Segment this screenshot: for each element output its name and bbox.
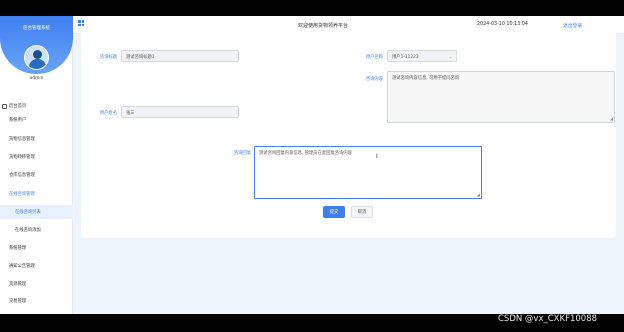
menu-grid-icon[interactable] <box>78 20 84 26</box>
resize-handle-icon[interactable]: ◢ <box>477 192 480 197</box>
sidebar-item-label: 在线咨询添加 <box>15 228 41 233</box>
sidebar-item-label: 通知公告管理 <box>9 264 35 269</box>
consult-content-value: 测试咨询内容信息, 可用于提问咨询 <box>392 76 460 81</box>
reply-label: 咨询回复 <box>233 151 251 156</box>
consult-title-label: 咨询标题 <box>99 55 117 60</box>
sidebar-item-label: 后台首页 <box>9 104 27 109</box>
sidebar-item-transfer[interactable]: 货物转移管理 <box>0 150 73 164</box>
brand-title: 后台管理系统 <box>23 26 50 31</box>
sidebar-item-resource[interactable]: 资源管理 <box>0 277 73 291</box>
user-account-label: 用户名称 <box>365 55 383 60</box>
consult-title-field[interactable]: 测试咨询标题1 <box>121 50 239 62</box>
clock: 2024-03-10 10:13:04 <box>477 22 528 27</box>
screen: 后台管理系统 admin 后台首页 系统用户 货物信息管理 货物转移管理 仓库信… <box>0 0 624 332</box>
sidebar-item-users[interactable]: 系统用户 <box>0 113 73 127</box>
avatar[interactable] <box>24 45 49 70</box>
sidebar-item-notice[interactable]: 通知公告管理 <box>0 259 73 273</box>
text-cursor-icon: I <box>376 153 378 160</box>
sidebar-item-system[interactable]: 系统管理 <box>0 241 73 255</box>
consult-content-label: 咨询内容 <box>365 77 383 82</box>
chevron-down-icon: ⌄ <box>448 54 452 59</box>
sidebar-item-goods[interactable]: 货物信息管理 <box>0 132 73 146</box>
sidebar-item-label: 仓库信息管理 <box>9 173 35 178</box>
form-card: 咨询标题 测试咨询标题1 用户名称 用户1-11223 ⌄ 咨询内容 测试咨询内… <box>81 28 616 238</box>
sidebar-item-home[interactable]: 后台首页 <box>0 99 73 113</box>
sidebar-item-trade[interactable]: 交易管理 <box>0 294 73 308</box>
sidebar-item-warehouse[interactable]: 仓库信息管理 <box>0 168 73 182</box>
sidebar-item-consult-list[interactable]: 在线咨询列表 <box>0 205 73 219</box>
home-icon <box>2 103 7 109</box>
sidebar-item-label: 在线咨询管理 <box>9 192 35 197</box>
sidebar-item-consult-add[interactable]: 在线咨询添加 <box>0 223 73 237</box>
user-account-value: 用户1-11223 <box>392 55 419 60</box>
resize-handle-icon[interactable]: ◢ <box>610 116 613 121</box>
user-name-field[interactable]: 张三 <box>121 106 239 118</box>
user-name-label: 用户姓名 <box>99 111 117 116</box>
sidebar-item-label: 资源管理 <box>9 282 27 287</box>
sidebar-item-label: 在线咨询列表 <box>15 210 41 215</box>
sidebar-item-label: 交易管理 <box>9 299 27 304</box>
reply-value: 测试咨询回复内容信息, 管理员在此回复咨询内容 <box>259 151 352 156</box>
sidebar: 后台管理系统 admin 后台首页 系统用户 货物信息管理 货物转移管理 仓库信… <box>0 16 73 314</box>
reply-field[interactable]: 测试咨询回复内容信息, 管理员在此回复咨询内容 ◢ <box>254 146 482 199</box>
avatar-body <box>29 59 46 69</box>
sidebar-item-label: 货物信息管理 <box>9 137 35 142</box>
avatar-head <box>33 50 42 59</box>
user-account-select[interactable]: 用户1-11223 ⌄ <box>387 50 457 62</box>
sidebar-item-label: 货物转移管理 <box>9 155 35 160</box>
sidebar-item-label: 系统用户 <box>9 118 27 123</box>
submit-button[interactable]: 提交 <box>323 206 345 218</box>
sidebar-item-consult[interactable]: 在线咨询管理 <box>0 187 73 201</box>
sidebar-item-label: 系统管理 <box>9 246 27 251</box>
cancel-button[interactable]: 取消 <box>351 206 373 218</box>
consult-content-field[interactable]: 测试咨询内容信息, 可用于提问咨询 ◢ <box>387 71 615 123</box>
username: admin <box>29 76 44 81</box>
watermark: CSDN @vx_CXKF10088 <box>498 314 598 324</box>
